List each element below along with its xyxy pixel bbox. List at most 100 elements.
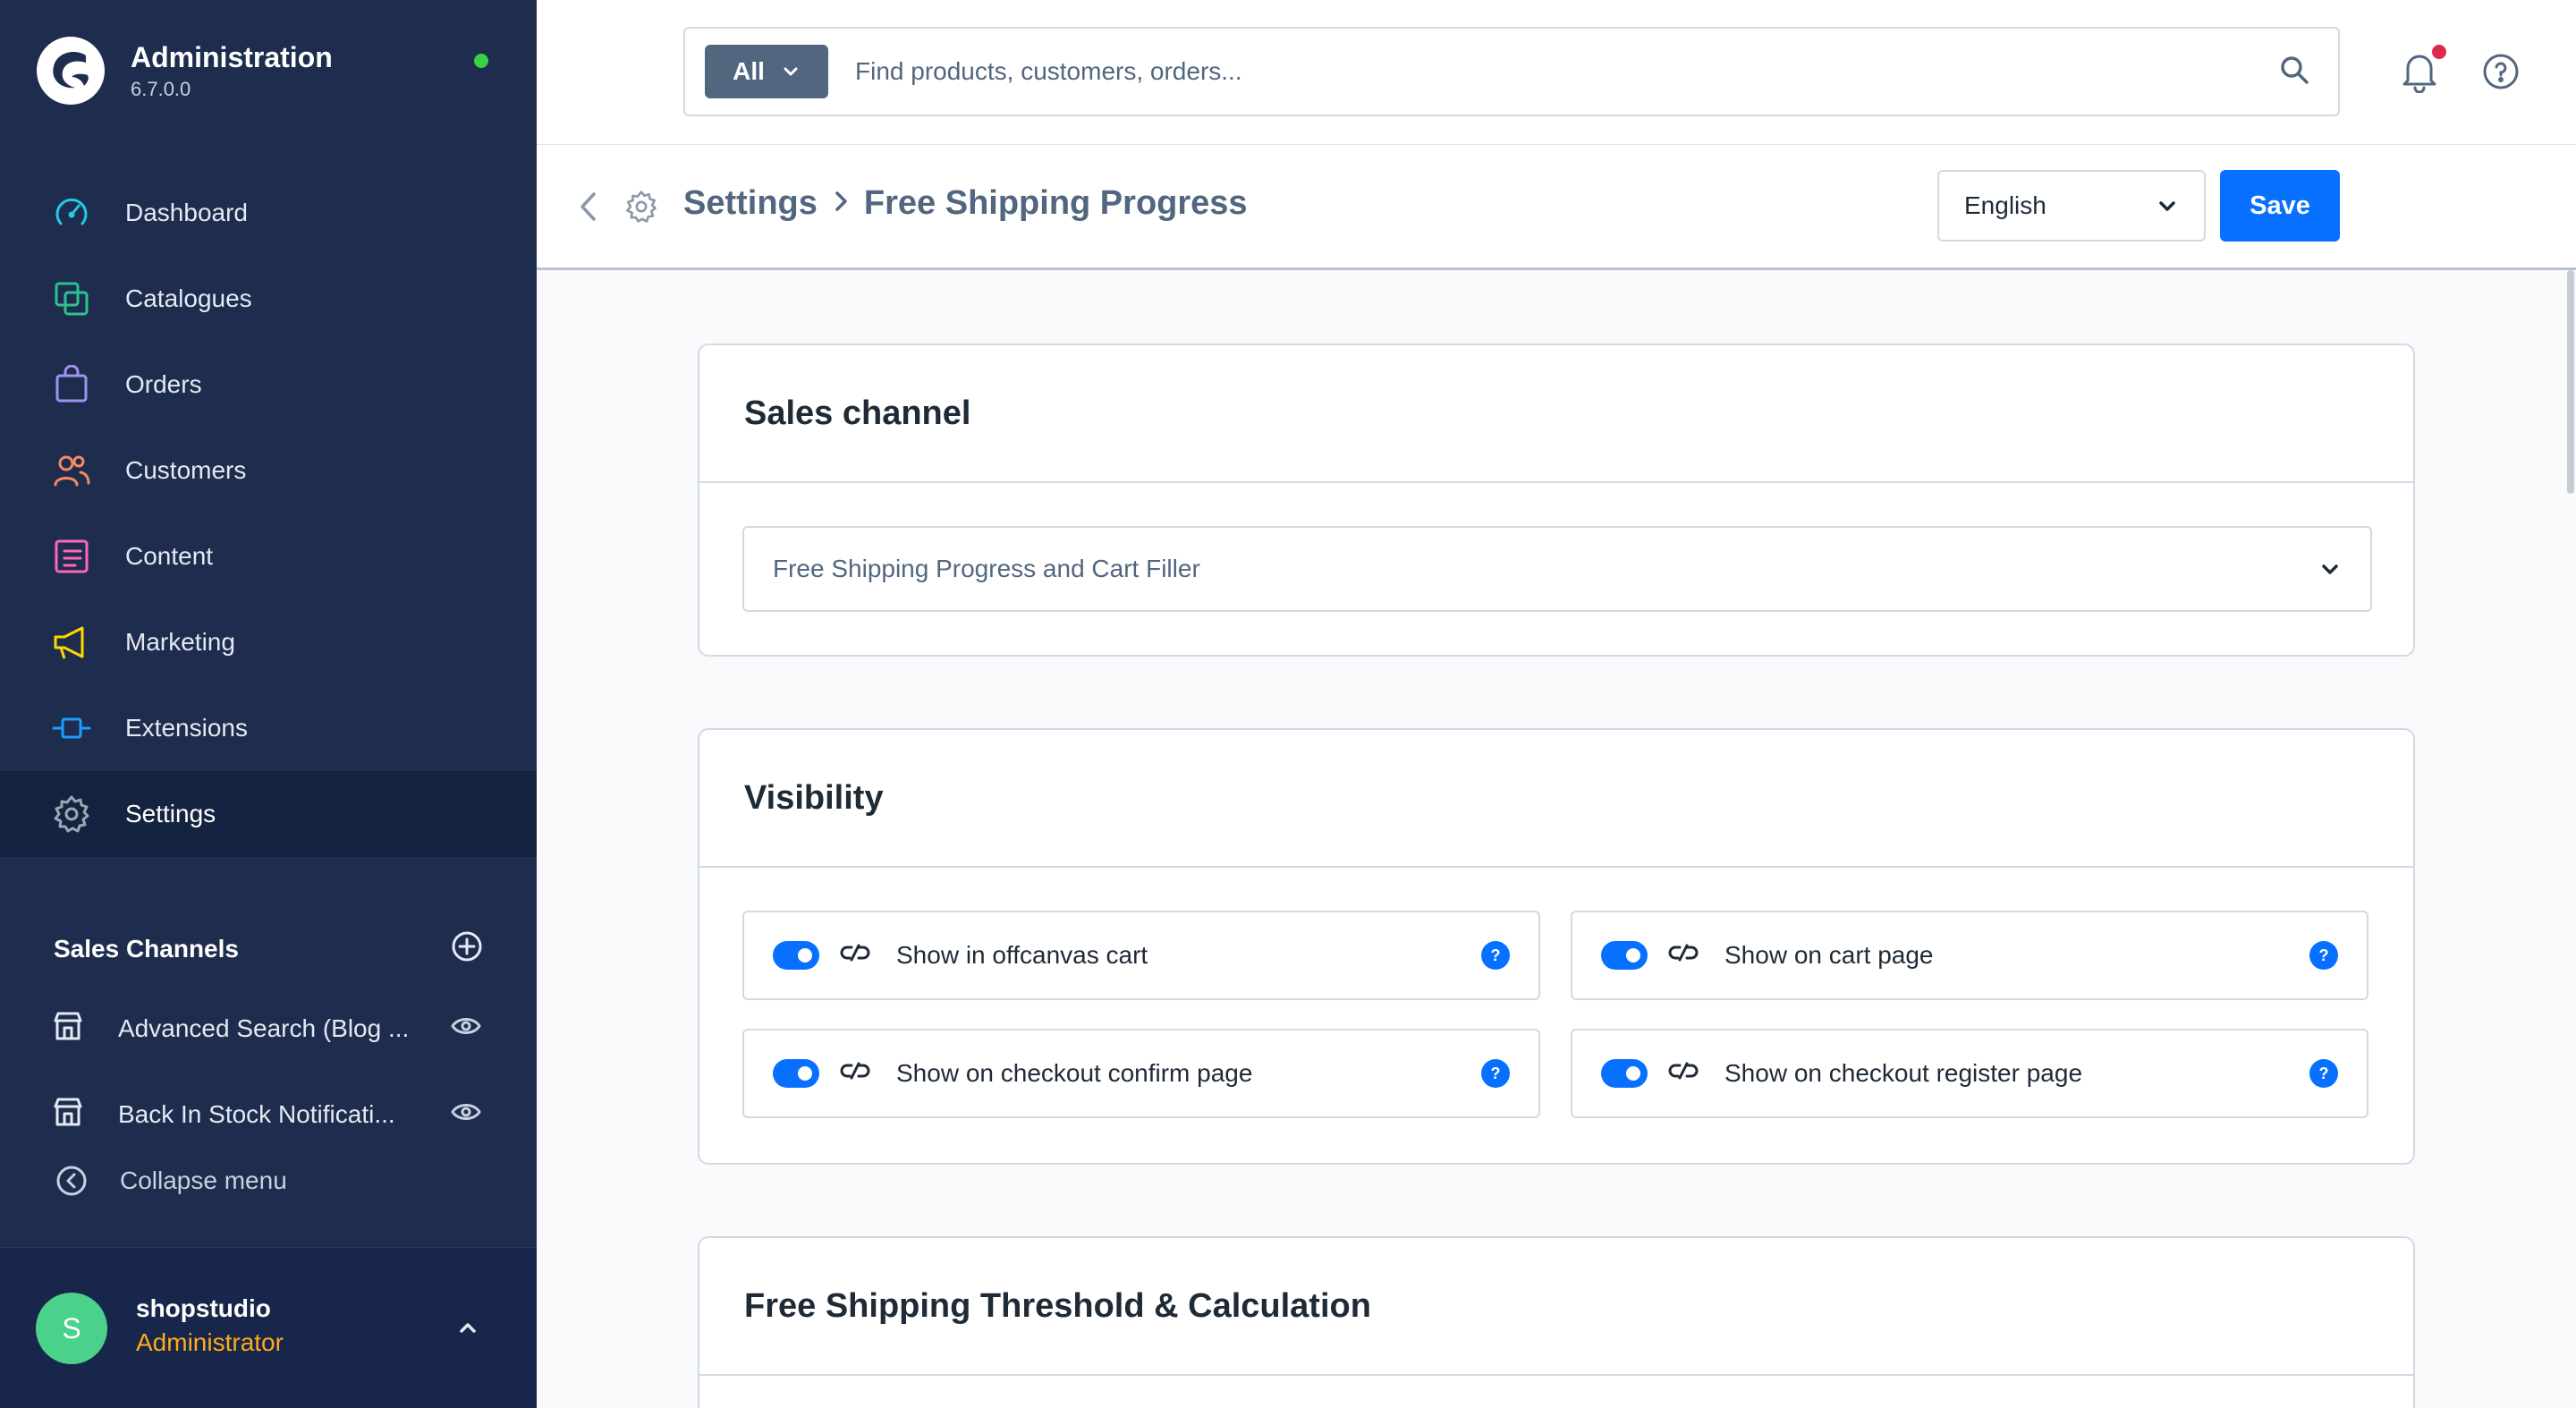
language-select-value: English [1964,191,2046,219]
chevron-down-icon [2322,564,2338,574]
collapse-icon [56,1166,87,1196]
sidebar-item-label: Customers [125,456,247,484]
help-tooltip-icon[interactable]: ? [1481,941,1510,970]
free-shipping-threshold-card: Free Shipping Threshold & Calculation [698,1236,2415,1408]
link-inherit-icon[interactable] [839,940,871,971]
toggle-label: Show on checkout register page [1724,1059,2083,1087]
card-title: Sales channel [699,345,2413,483]
sales-channel-label: Back In Stock Notificati... [118,1100,395,1128]
marketing-icon [52,623,91,662]
chevron-right-icon [818,184,864,223]
page-header: Settings Free Shipping Progress English … [537,145,2576,270]
collapse-menu-button[interactable]: Collapse menu [55,1165,287,1197]
sales-channel-select[interactable]: Free Shipping Progress and Cart Filler [742,526,2372,612]
toggle-field: Show on checkout confirm page ? [742,1029,1540,1118]
content-scrollbar[interactable] [2567,270,2574,494]
chevron-down-icon [2159,201,2175,211]
toggle-switch[interactable] [1601,941,1648,970]
link-inherit-icon[interactable] [839,1058,871,1090]
top-bar: All [537,0,2576,145]
sidebar-item-label: Settings [125,800,216,827]
sidebar-item-label: Extensions [125,714,248,742]
toggle-label: Show in offcanvas cart [896,941,1148,969]
user-menu[interactable]: S shopstudio Administrator [0,1247,537,1408]
sidebar-item-settings[interactable]: Settings [0,771,537,857]
main-navigation: Dashboard Catalogues Orders Customers Co… [0,170,537,857]
toggle-field: Show in offcanvas cart ? [742,911,1540,1000]
sidebar-item-customers[interactable]: Customers [0,428,537,513]
sales-channel-item[interactable]: Advanced Search (Blog ... [52,1002,490,1056]
language-select[interactable]: English [1937,170,2206,242]
orders-icon [52,365,91,404]
page-title: Free Shipping Progress [863,184,1248,222]
visibility-toggles: Show in offcanvas cart ? Show on cart pa… [742,911,2370,1118]
toggle-switch[interactable] [773,941,819,970]
notification-badge [2432,45,2446,59]
sidebar-item-label: Dashboard [125,199,248,226]
catalogues-icon [52,279,91,318]
sidebar-item-label: Catalogues [125,284,252,312]
app-version: 6.7.0.0 [131,77,191,100]
chevron-up-icon[interactable] [453,1312,483,1347]
online-status-indicator [474,54,488,68]
sales-channel-label: Advanced Search (Blog ... [118,1014,410,1042]
help-tooltip-icon[interactable]: ? [2309,941,2338,970]
sidebar-item-label: Marketing [125,628,235,656]
sidebar-item-label: Orders [125,370,202,398]
eye-icon[interactable] [451,1097,481,1133]
settings-icon [52,794,91,834]
breadcrumb-parent[interactable]: Settings [683,184,818,223]
toggle-switch[interactable] [1601,1059,1648,1088]
help-tooltip-icon[interactable]: ? [1481,1059,1510,1088]
global-search: All [683,27,2340,116]
add-sales-channel-icon[interactable] [451,930,483,967]
search-type-label: All [733,57,765,85]
customers-icon [52,451,91,490]
link-inherit-icon[interactable] [1667,1058,1699,1090]
toggle-field: Show on checkout register page ? [1571,1029,2368,1118]
content-icon [52,537,91,576]
toggle-field: Show on cart page ? [1571,911,2368,1000]
sales-channels-title: Sales Channels [54,934,239,963]
search-type-dropdown[interactable]: All [705,45,828,98]
sidebar-item-orders[interactable]: Orders [0,342,537,428]
help-icon[interactable] [2481,52,2521,96]
sidebar-item-marketing[interactable]: Marketing [0,599,537,685]
sales-channel-select-value: Free Shipping Progress and Cart Filler [773,555,1200,582]
link-inherit-icon[interactable] [1667,940,1699,971]
search-input[interactable] [855,45,2277,98]
dashboard-icon [52,193,91,233]
sales-channels-header: Sales Channels [54,930,483,967]
save-button[interactable]: Save [2220,170,2340,242]
sidebar-item-content[interactable]: Content [0,513,537,599]
back-arrow-icon[interactable] [574,190,605,228]
user-role: Administrator [136,1328,284,1356]
chevron-down-icon [784,67,798,76]
settings-gear-icon [624,190,658,228]
toggle-label: Show on cart page [1724,941,1934,969]
toggle-switch[interactable] [773,1059,819,1088]
sidebar: Administration 6.7.0.0 Dashboard Catalog… [0,0,537,1408]
visibility-card: Visibility Show in offcanvas cart ? Show… [698,728,2415,1165]
storefront-icon [52,1096,84,1134]
card-title: Free Shipping Threshold & Calculation [699,1238,2413,1376]
card-title: Visibility [699,730,2413,868]
eye-icon[interactable] [451,1011,481,1048]
help-tooltip-icon[interactable]: ? [2309,1059,2338,1088]
avatar: S [36,1293,107,1364]
shopware-logo-icon [37,37,105,105]
sidebar-item-label: Content [125,542,214,570]
sidebar-item-dashboard[interactable]: Dashboard [0,170,537,256]
storefront-icon [52,1010,84,1048]
search-icon[interactable] [2277,53,2311,91]
sales-channel-card: Sales channel Free Shipping Progress and… [698,344,2415,657]
app-title: Administration [131,40,333,73]
toggle-label: Show on checkout confirm page [896,1059,1253,1087]
sales-channel-item[interactable]: Back In Stock Notificati... [52,1088,490,1141]
brand[interactable]: Administration 6.7.0.0 [36,36,333,106]
sidebar-item-extensions[interactable]: Extensions [0,685,537,771]
breadcrumb: Settings Free Shipping Progress [683,184,1248,223]
user-name: shopstudio [136,1294,271,1322]
sidebar-item-catalogues[interactable]: Catalogues [0,256,537,342]
extensions-icon [52,708,91,748]
